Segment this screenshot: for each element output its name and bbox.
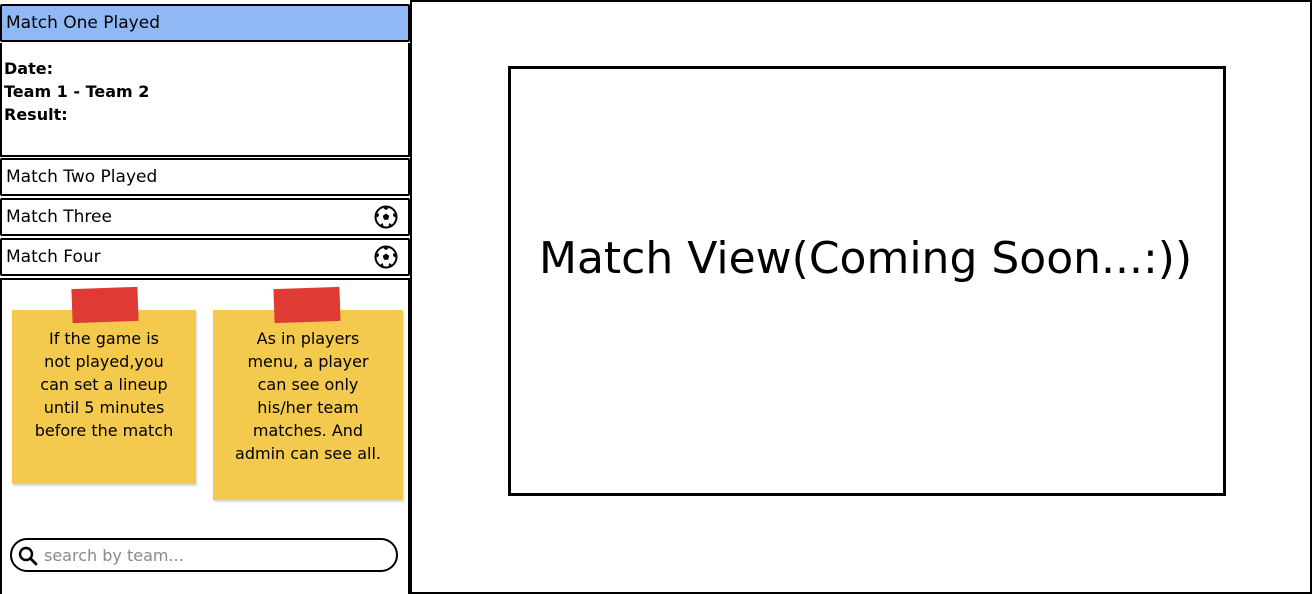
accordion-item-match-one[interactable]: Match One Played: [0, 4, 410, 42]
team-search-box[interactable]: [10, 538, 398, 572]
accordion-item-label: Match Three: [6, 207, 112, 227]
search-icon: [18, 546, 38, 566]
match-date-label: Date:: [4, 59, 53, 78]
accordion-item-label: Match Four: [6, 247, 101, 267]
match-one-details: Date: Team 1 - Team 2 Result:: [0, 43, 410, 157]
search-input[interactable]: [44, 543, 384, 567]
note-line: admin can see all.: [235, 444, 381, 463]
accordion-item-match-four[interactable]: Match Four: [0, 238, 410, 276]
accordion-item-match-three[interactable]: Match Three: [0, 198, 410, 236]
match-view-panel: Match View(Coming Soon...:)): [508, 66, 1226, 496]
note-line: As in players: [256, 329, 360, 348]
sticky-tape: [71, 286, 139, 324]
note-line: not played,you: [44, 352, 164, 371]
match-list-sidebar: Match One Played Date: Team 1 - Team 2 R…: [0, 0, 412, 594]
match-view-title: Match View(Coming Soon...:)): [539, 233, 1193, 284]
sticky-note-permissions: As in players menu, a player can see onl…: [213, 310, 403, 500]
match-result-label: Result:: [4, 105, 68, 124]
note-line: can set a lineup: [40, 375, 168, 394]
soccer-ball-icon: [374, 245, 398, 269]
note-line: until 5 minutes: [43, 398, 165, 417]
sticky-note-lineup: If the game is not played,you can set a …: [12, 310, 196, 484]
soccer-ball-icon: [374, 205, 398, 229]
accordion-item-label: Match Two Played: [6, 167, 158, 187]
note-line: can see only: [257, 375, 359, 394]
note-line: before the match: [34, 421, 174, 440]
accordion-item-label: Match One Played: [6, 13, 160, 33]
accordion-item-match-two[interactable]: Match Two Played: [0, 158, 410, 196]
note-line: If the game is: [48, 329, 160, 348]
note-line: matches. And: [252, 421, 364, 440]
match-teams: Team 1 - Team 2: [4, 82, 150, 101]
note-line: menu, a player: [247, 352, 369, 371]
sticky-tape: [273, 286, 341, 324]
note-line: his/her team: [257, 398, 359, 417]
